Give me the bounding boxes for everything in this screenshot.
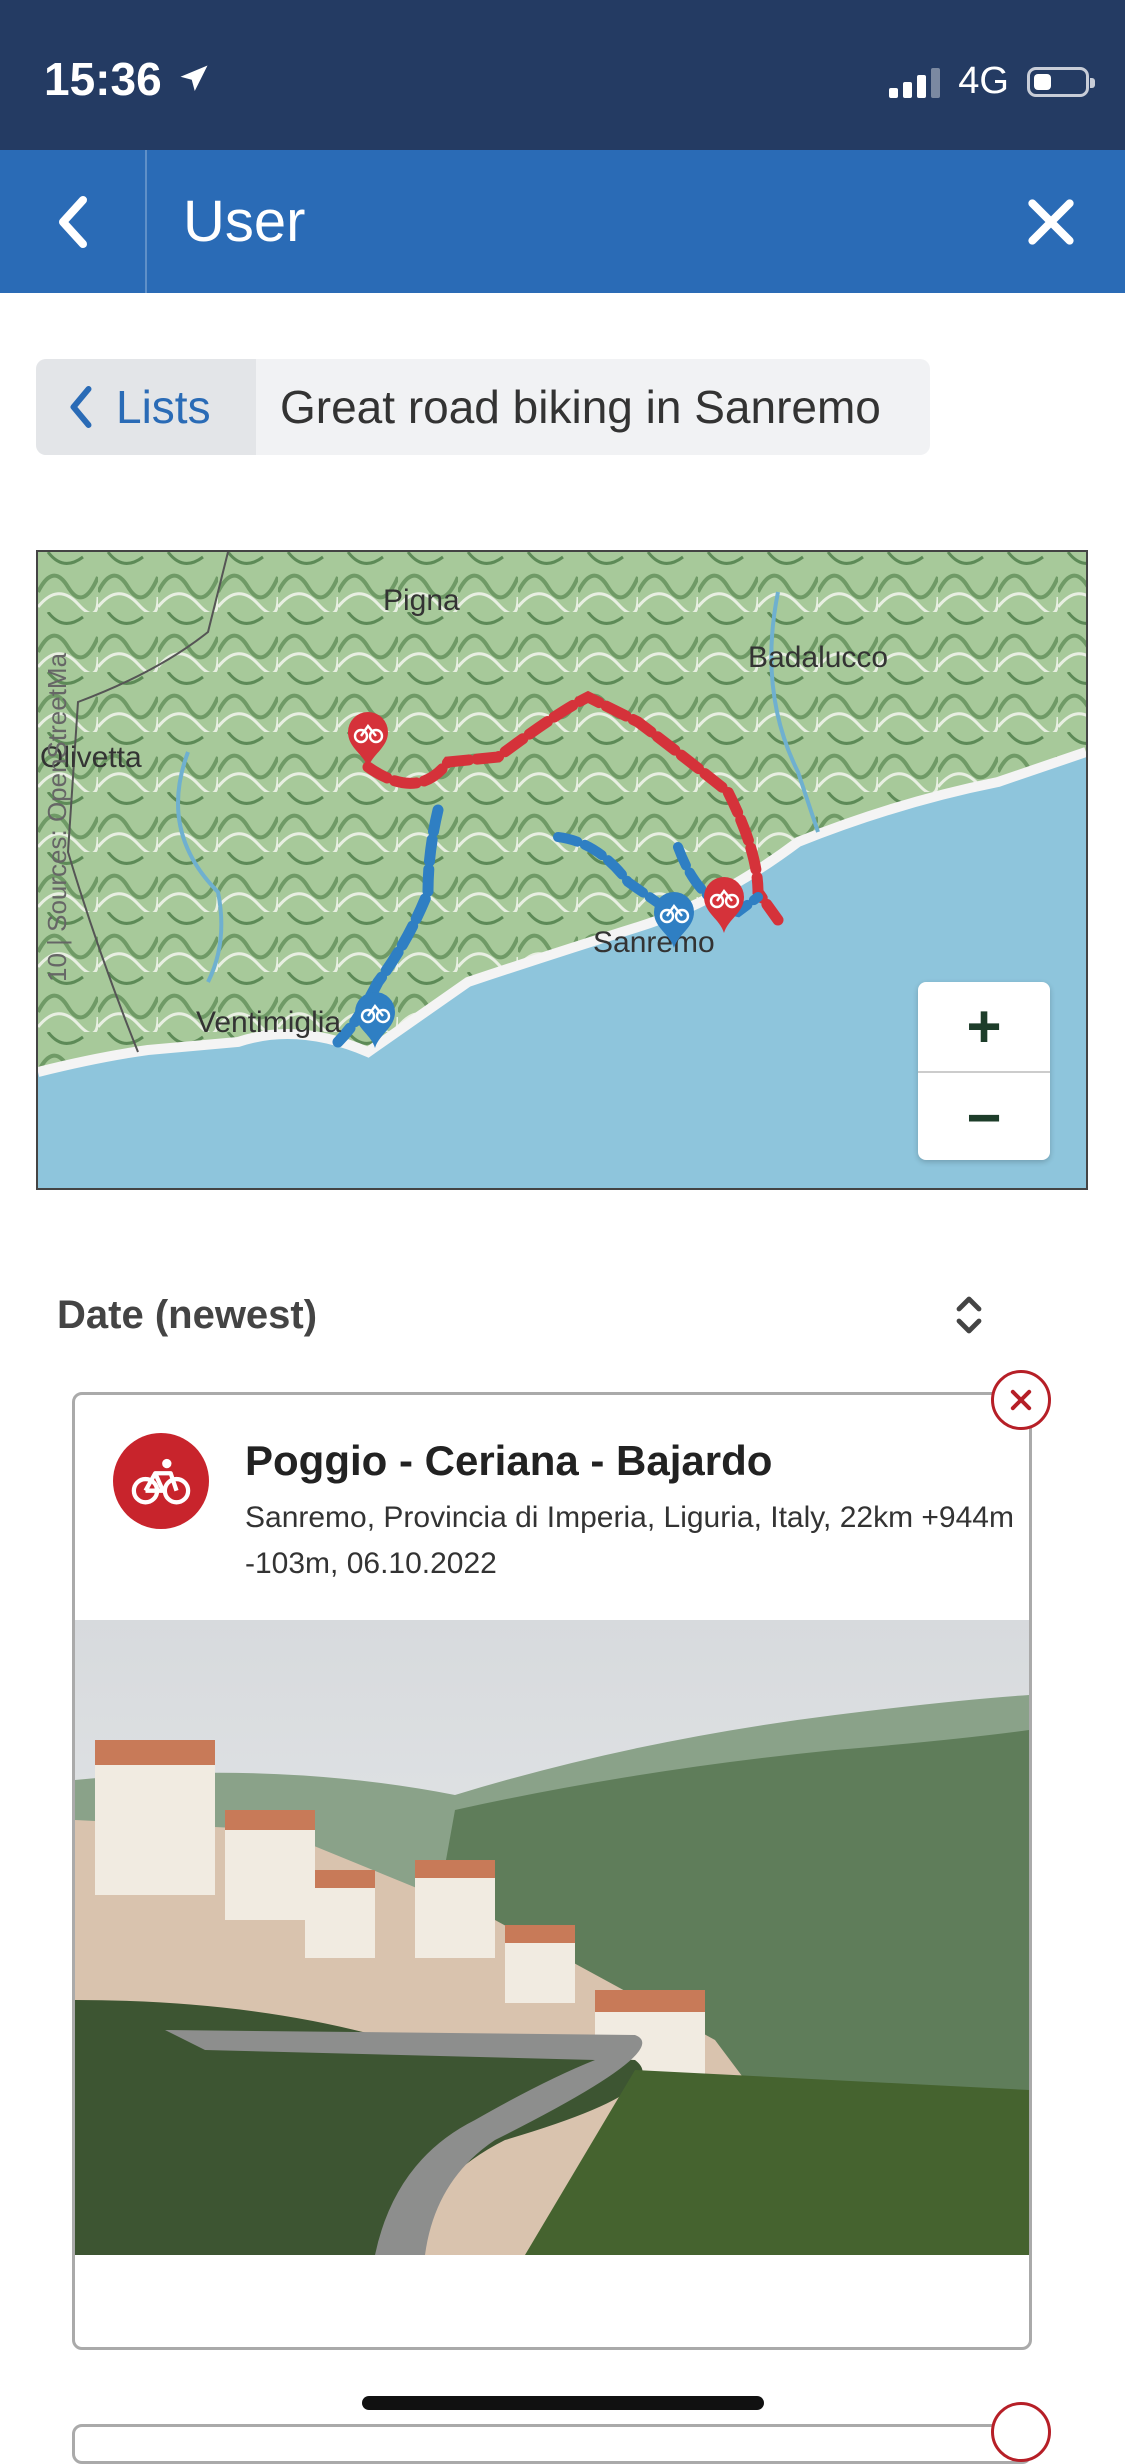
tour-title[interactable]: Poggio - Ceriana - Bajardo — [245, 1437, 772, 1485]
zoom-out-button[interactable]: − — [918, 1071, 1050, 1162]
zoom-control: + − — [918, 982, 1050, 1160]
route-map[interactable]: Pigna Badalucco Olivetta Sanremo Ventimi… — [36, 550, 1088, 1190]
back-button[interactable] — [0, 150, 147, 293]
location-arrow-icon — [180, 65, 208, 91]
breadcrumb: Lists Great road biking in Sanremo — [36, 359, 930, 455]
cellular-signal-icon — [889, 66, 941, 98]
close-icon[interactable] — [1023, 194, 1079, 250]
clock-text: 15:36 — [44, 53, 162, 105]
battery-icon — [1027, 66, 1095, 97]
bike-icon — [113, 1433, 209, 1529]
chevron-left-icon — [70, 386, 92, 428]
map-attribution: 10 | Sources: OpenStreetMa — [42, 652, 72, 982]
zoom-in-button[interactable]: + — [918, 982, 1050, 1071]
breadcrumb-parent-label: Lists — [116, 381, 211, 433]
sort-chevrons-icon — [956, 1296, 982, 1334]
map-label-pigna: Pigna — [383, 584, 460, 617]
network-type: 4G — [958, 60, 1009, 102]
map-label-badalucco: Badalucco — [748, 641, 888, 674]
remove-tour-button[interactable] — [991, 1370, 1051, 1430]
tour-card[interactable] — [72, 2424, 1032, 2464]
page-title: User — [183, 189, 306, 254]
status-time: 15:36 — [44, 52, 212, 106]
sort-select[interactable]: Date (newest) — [57, 1285, 987, 1345]
breadcrumb-lists-link[interactable]: Lists — [36, 359, 256, 455]
sort-label: Date (newest) — [57, 1292, 318, 1337]
map-label-ventimiglia: Ventimiglia — [196, 1006, 341, 1039]
status-bar: 15:36 4G — [0, 0, 1125, 150]
chevron-left-icon — [58, 195, 87, 248]
breadcrumb-current: Great road biking in Sanremo — [280, 381, 881, 433]
remove-tour-button[interactable] — [991, 2402, 1051, 2462]
tour-card[interactable]: Poggio - Ceriana - Bajardo Sanremo, Prov… — [72, 1392, 1032, 2350]
tour-meta: Sanremo, Provincia di Imperia, Liguria, … — [245, 1501, 1014, 1580]
home-indicator[interactable] — [362, 2396, 764, 2410]
app-header: User — [0, 150, 1125, 293]
tour-photo[interactable] — [75, 1620, 1029, 2255]
close-icon — [1010, 1389, 1032, 1411]
map-label-sanremo: Sanremo — [593, 926, 715, 959]
